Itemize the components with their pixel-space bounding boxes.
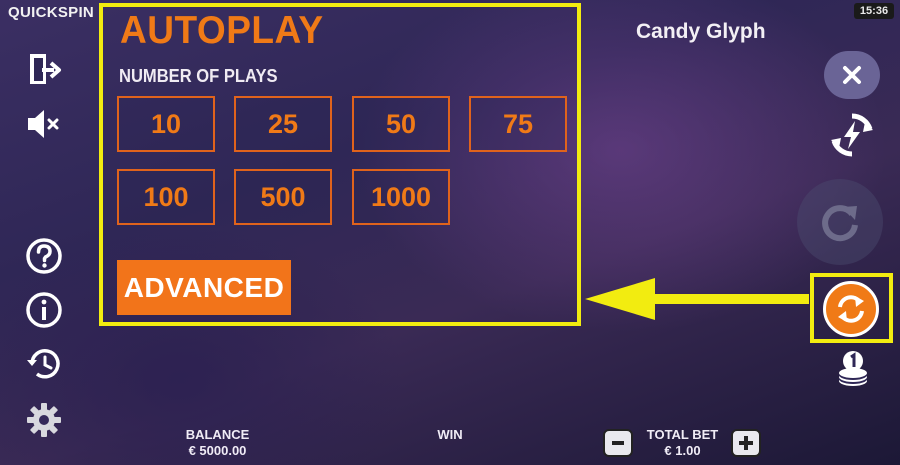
- advanced-button[interactable]: ADVANCED: [117, 260, 291, 315]
- help-icon[interactable]: [24, 236, 64, 276]
- autoplay-panel: AUTOPLAY NUMBER OF PLAYS 10 25 50 75 100…: [99, 3, 581, 326]
- plays-option-25[interactable]: 25: [234, 96, 332, 152]
- increase-bet-button[interactable]: [731, 429, 761, 457]
- game-title: Candy Glyph: [636, 20, 766, 43]
- spin-button[interactable]: [797, 179, 883, 265]
- autoplay-button[interactable]: [823, 281, 879, 337]
- plays-option-1000[interactable]: 1000: [352, 169, 450, 225]
- close-button[interactable]: [824, 51, 880, 99]
- sound-muted-icon[interactable]: [24, 104, 64, 144]
- balance-label: BALANCE: [185, 427, 250, 442]
- minus-icon: [612, 441, 624, 445]
- clock: 15:36: [854, 3, 894, 19]
- turbo-icon[interactable]: [829, 112, 875, 158]
- plays-option-10[interactable]: 10: [117, 96, 215, 152]
- exit-icon[interactable]: [24, 50, 64, 90]
- plays-option-100[interactable]: 100: [117, 169, 215, 225]
- settings-icon[interactable]: [24, 400, 64, 440]
- plus-icon: [739, 436, 753, 450]
- brand-logo: QUICKSPIN: [8, 4, 95, 21]
- info-icon[interactable]: [24, 290, 64, 330]
- pointer-arrow: [585, 278, 809, 320]
- plays-option-500[interactable]: 500: [234, 169, 332, 225]
- total-bet-label: TOTAL BET: [646, 427, 719, 442]
- total-bet-value: € 1.00: [664, 443, 701, 458]
- autoplay-icon: [838, 295, 864, 323]
- coin-stack-icon[interactable]: [834, 350, 872, 388]
- win-label: WIN: [437, 427, 463, 442]
- decrease-bet-button[interactable]: [603, 429, 633, 457]
- plays-option-50[interactable]: 50: [352, 96, 450, 152]
- history-icon[interactable]: [24, 344, 64, 384]
- number-of-plays-label: NUMBER OF PLAYS: [119, 66, 278, 86]
- spin-icon: [822, 205, 858, 242]
- balance-value: € 5000.00: [188, 443, 247, 458]
- close-icon: [843, 66, 861, 84]
- plays-option-75[interactable]: 75: [469, 96, 567, 152]
- autoplay-title: AUTOPLAY: [120, 9, 324, 52]
